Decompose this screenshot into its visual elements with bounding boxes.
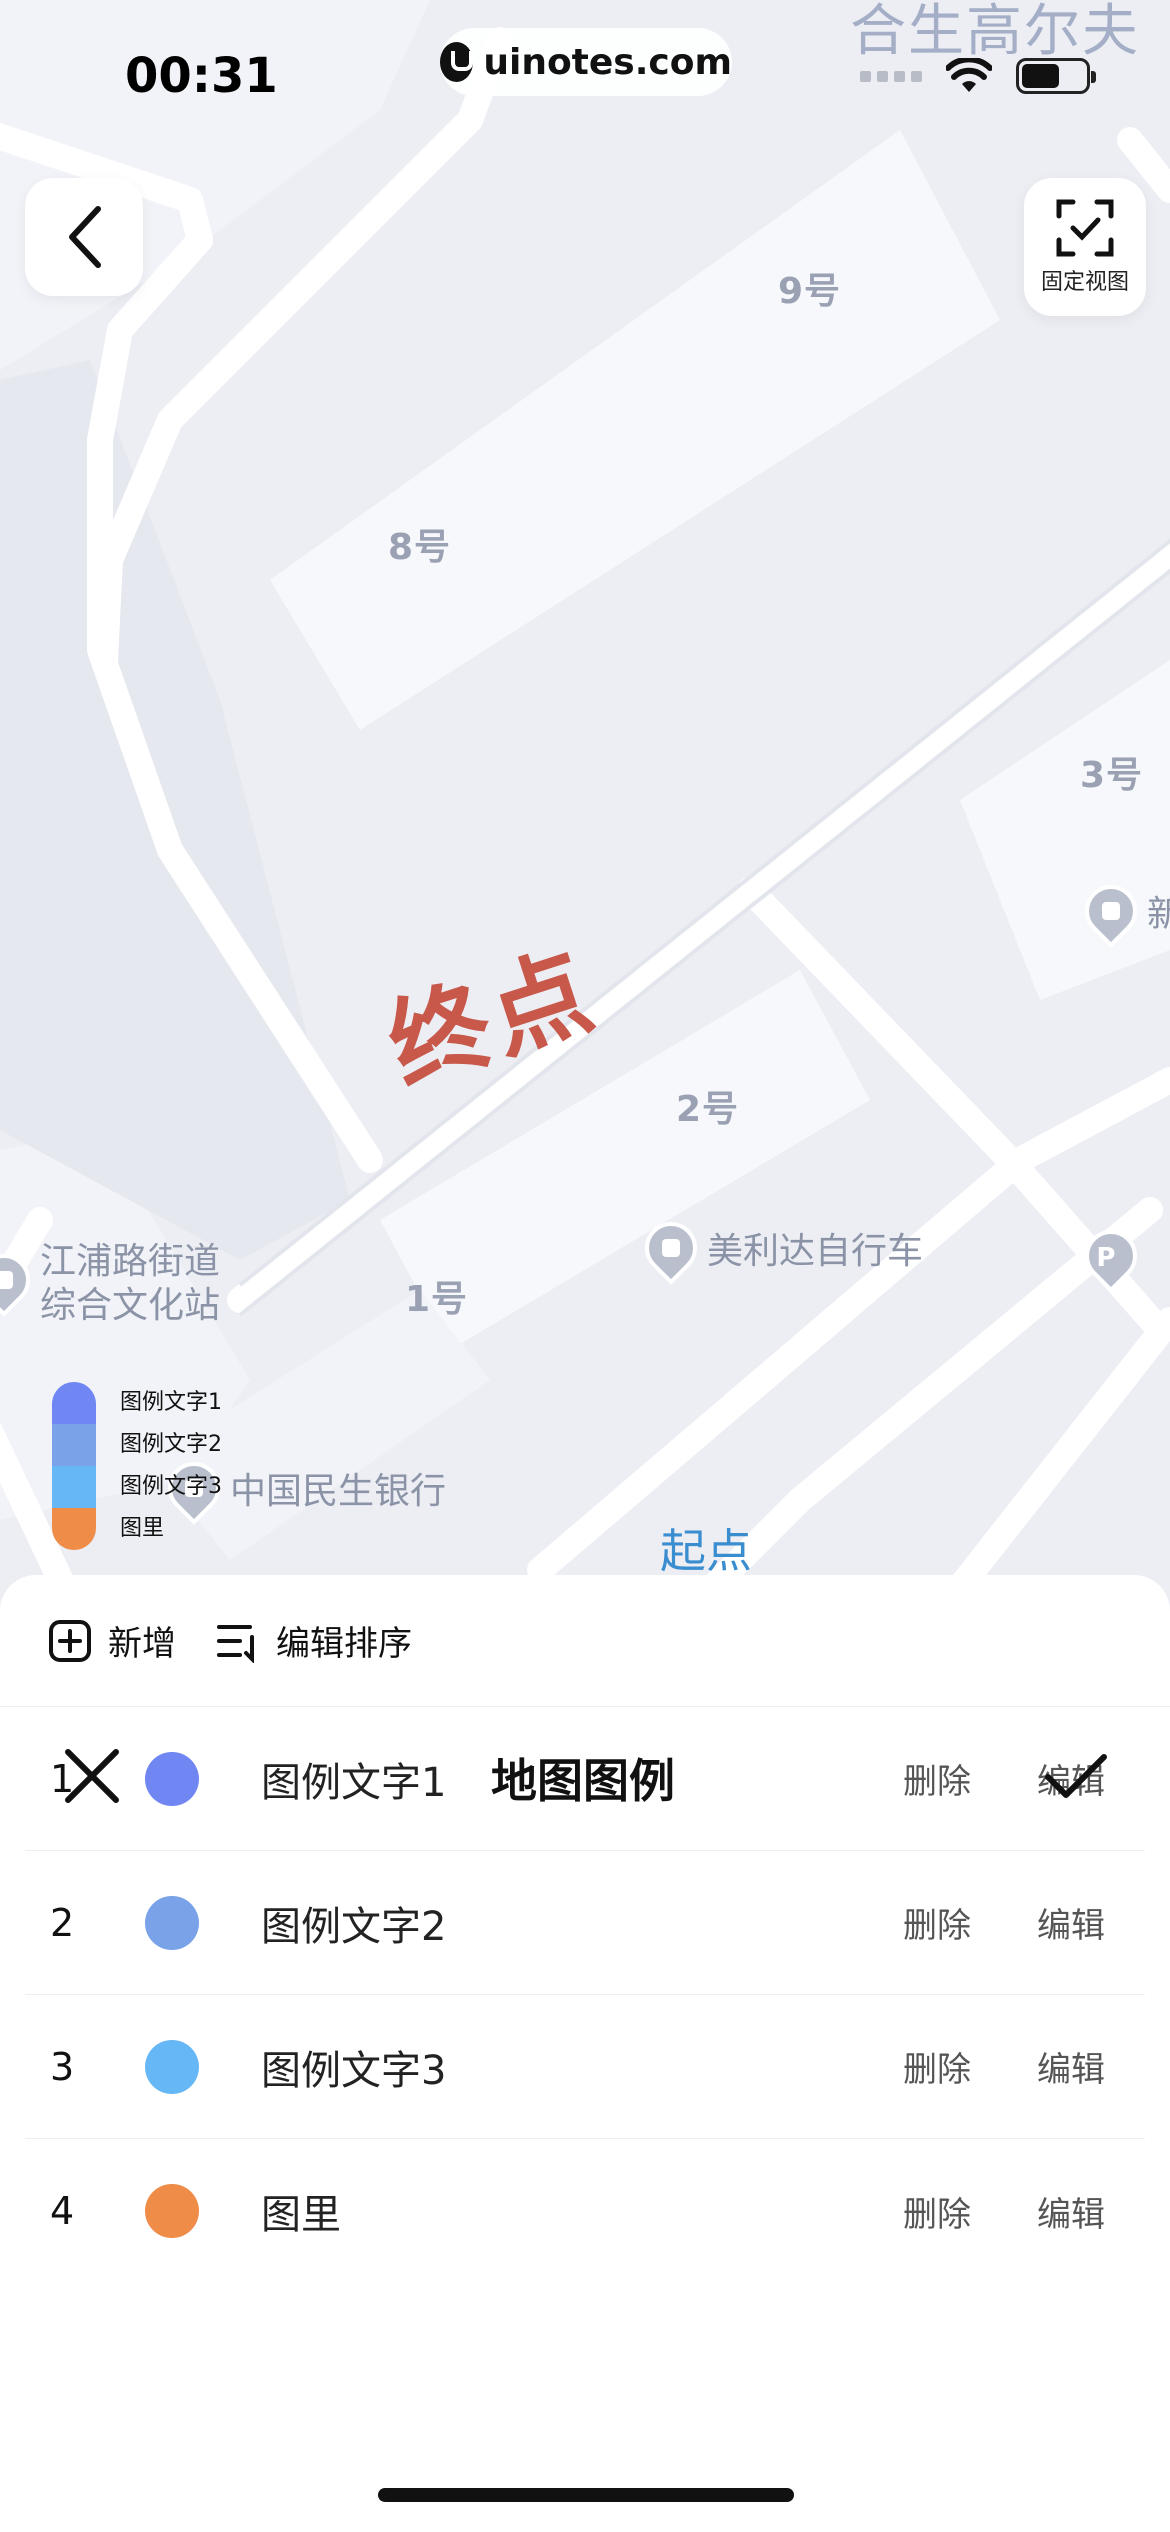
- delete-button[interactable]: 删除: [903, 2042, 971, 2091]
- edit-sort-label: 编辑排序: [276, 1624, 412, 1664]
- item-index: 4: [50, 2189, 75, 2233]
- item-index: 3: [50, 2044, 75, 2089]
- poi-label: 新: [1147, 894, 1170, 935]
- legend-swatch: [52, 1424, 96, 1466]
- chevron-left-icon: [69, 206, 101, 268]
- legend-swatch: [52, 1382, 96, 1424]
- fix-view-button[interactable]: 固定视图: [1024, 178, 1146, 316]
- sheet-footer: 地图图例: [0, 1708, 1170, 1848]
- building-label: 3号: [1080, 755, 1144, 796]
- poi-pin-icon: [0, 1243, 41, 1317]
- back-button[interactable]: [25, 178, 143, 296]
- map-poi[interactable]: 新: [1074, 874, 1170, 948]
- map-place-label: 合生高尔夫: [850, 0, 1140, 64]
- home-indicator: [378, 2488, 794, 2502]
- plus-square-icon: [49, 1619, 91, 1662]
- edit-button[interactable]: 编辑: [1037, 1898, 1105, 1947]
- route-start-label: 起点: [660, 1524, 752, 1578]
- item-index: 2: [50, 1900, 75, 1945]
- legend-list-item[interactable]: 3 图例文字3 删除 编辑: [25, 1995, 1145, 2139]
- map-roads: [0, 0, 1170, 1600]
- poi-label: 中国民生银行: [230, 1471, 447, 1512]
- url-pill: uinotes.com: [440, 28, 732, 96]
- edit-button[interactable]: 编辑: [1037, 2042, 1105, 2091]
- item-label: 图例文字2: [261, 1903, 447, 1950]
- building-label: 2号: [676, 1089, 740, 1130]
- item-color-dot: [145, 1895, 199, 1950]
- item-label: 图例文字3: [261, 2047, 447, 2094]
- legend-label: 图例文字2: [120, 1432, 222, 1457]
- map-poi[interactable]: 江浦路街道 综合文化站: [0, 1240, 220, 1328]
- map-view[interactable]: 合生高尔夫 9号 8号 3号 2号 1号 新 美利达自行车 江浦路街道 综合文化…: [0, 0, 1170, 1600]
- close-icon: [65, 1749, 119, 1803]
- check-icon: [1045, 1754, 1107, 1798]
- add-button[interactable]: 新增: [48, 1616, 176, 1665]
- site-logo-icon: [440, 42, 474, 82]
- shopping-pin-icon: [1074, 874, 1148, 948]
- item-color-dot: [145, 2039, 199, 2094]
- building-label: 9号: [778, 271, 842, 312]
- legend-label: 图例文字1: [120, 1390, 222, 1415]
- wifi-icon: [946, 58, 992, 92]
- delete-button[interactable]: 删除: [903, 2187, 971, 2236]
- status-time: 00:31: [125, 48, 278, 104]
- map-poi[interactable]: [1074, 1219, 1148, 1293]
- scan-check-icon: [1056, 199, 1114, 257]
- legend-label: 图例文字3: [120, 1474, 222, 1499]
- poi-label: 江浦路街道 综合文化站: [40, 1241, 221, 1326]
- legend-swatch: [52, 1508, 96, 1550]
- sort-list-icon: [217, 1624, 254, 1663]
- legend-label: 图里: [120, 1516, 165, 1541]
- fix-view-label: 固定视图: [1040, 270, 1129, 295]
- signal-icon: [860, 70, 922, 82]
- edit-button[interactable]: 编辑: [1037, 2187, 1105, 2236]
- confirm-button[interactable]: [1044, 1751, 1108, 1805]
- item-color-dot: [145, 2184, 199, 2238]
- item-label: 图里: [261, 2192, 341, 2238]
- battery-icon: [1016, 58, 1096, 94]
- sheet-toolbar: 新增 编辑排序: [0, 1575, 1170, 1707]
- poi-label: 美利达自行车: [707, 1231, 924, 1272]
- map-legend-overlay: 图例文字1 图例文字2 图例文字3 图里: [52, 1382, 222, 1550]
- legend-list-item[interactable]: 4 图里 删除 编辑: [25, 2139, 1145, 2283]
- map-poi[interactable]: 美利达自行车: [634, 1211, 924, 1285]
- building-label: 8号: [388, 527, 452, 568]
- close-button[interactable]: [62, 1746, 122, 1810]
- add-label: 新增: [108, 1624, 176, 1664]
- legend-color-bar: [52, 1382, 96, 1550]
- legend-list-item[interactable]: 2 图例文字2 删除 编辑: [25, 1851, 1145, 1995]
- url-text: uinotes.com: [483, 41, 732, 83]
- delete-button[interactable]: 删除: [903, 1898, 971, 1947]
- status-icons: [860, 58, 1096, 94]
- shopping-pin-icon: [634, 1211, 708, 1285]
- parking-pin-icon: [1074, 1219, 1148, 1293]
- sheet-title: 地图图例: [491, 1754, 675, 1808]
- building-label: 1号: [405, 1279, 469, 1320]
- edit-sort-button[interactable]: 编辑排序: [216, 1616, 412, 1665]
- legend-swatch: [52, 1466, 96, 1508]
